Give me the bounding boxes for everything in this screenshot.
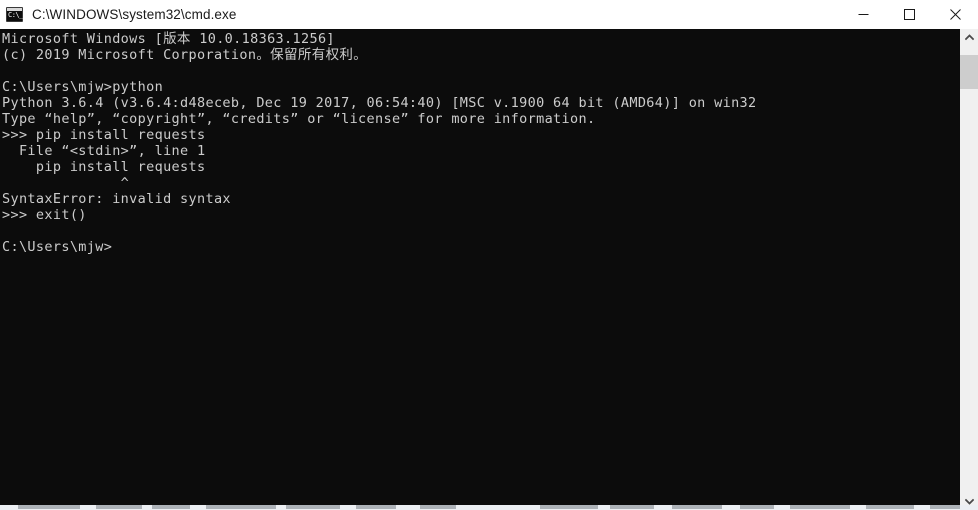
chevron-up-icon	[964, 34, 974, 41]
scroll-up-button[interactable]	[960, 29, 978, 46]
window-title: C:\WINDOWS\system32\cmd.exe	[32, 6, 237, 22]
window-controls	[840, 0, 978, 28]
cmd-icon-prompt-glyph: C:\_	[8, 10, 23, 19]
close-button[interactable]	[932, 0, 978, 28]
scrollbar-track[interactable]	[960, 46, 978, 493]
minimize-button[interactable]	[840, 0, 886, 28]
background-window-sliver	[0, 505, 978, 510]
cmd-window: C:\_ C:\WINDOWS\system32\cmd.exe Microso…	[0, 0, 978, 510]
title-bar[interactable]: C:\_ C:\WINDOWS\system32\cmd.exe	[0, 0, 978, 29]
title-bar-left: C:\_ C:\WINDOWS\system32\cmd.exe	[0, 6, 840, 22]
console-area: Microsoft Windows [版本 10.0.18363.1256] (…	[0, 29, 978, 510]
cmd-app-icon[interactable]: C:\_	[6, 6, 23, 22]
vertical-scrollbar[interactable]	[959, 29, 978, 510]
maximize-button[interactable]	[886, 0, 932, 28]
chevron-down-icon	[964, 498, 974, 505]
terminal-text: Microsoft Windows [版本 10.0.18363.1256] (…	[2, 31, 757, 255]
terminal-output[interactable]: Microsoft Windows [版本 10.0.18363.1256] (…	[0, 29, 959, 510]
scrollbar-thumb[interactable]	[960, 55, 978, 89]
